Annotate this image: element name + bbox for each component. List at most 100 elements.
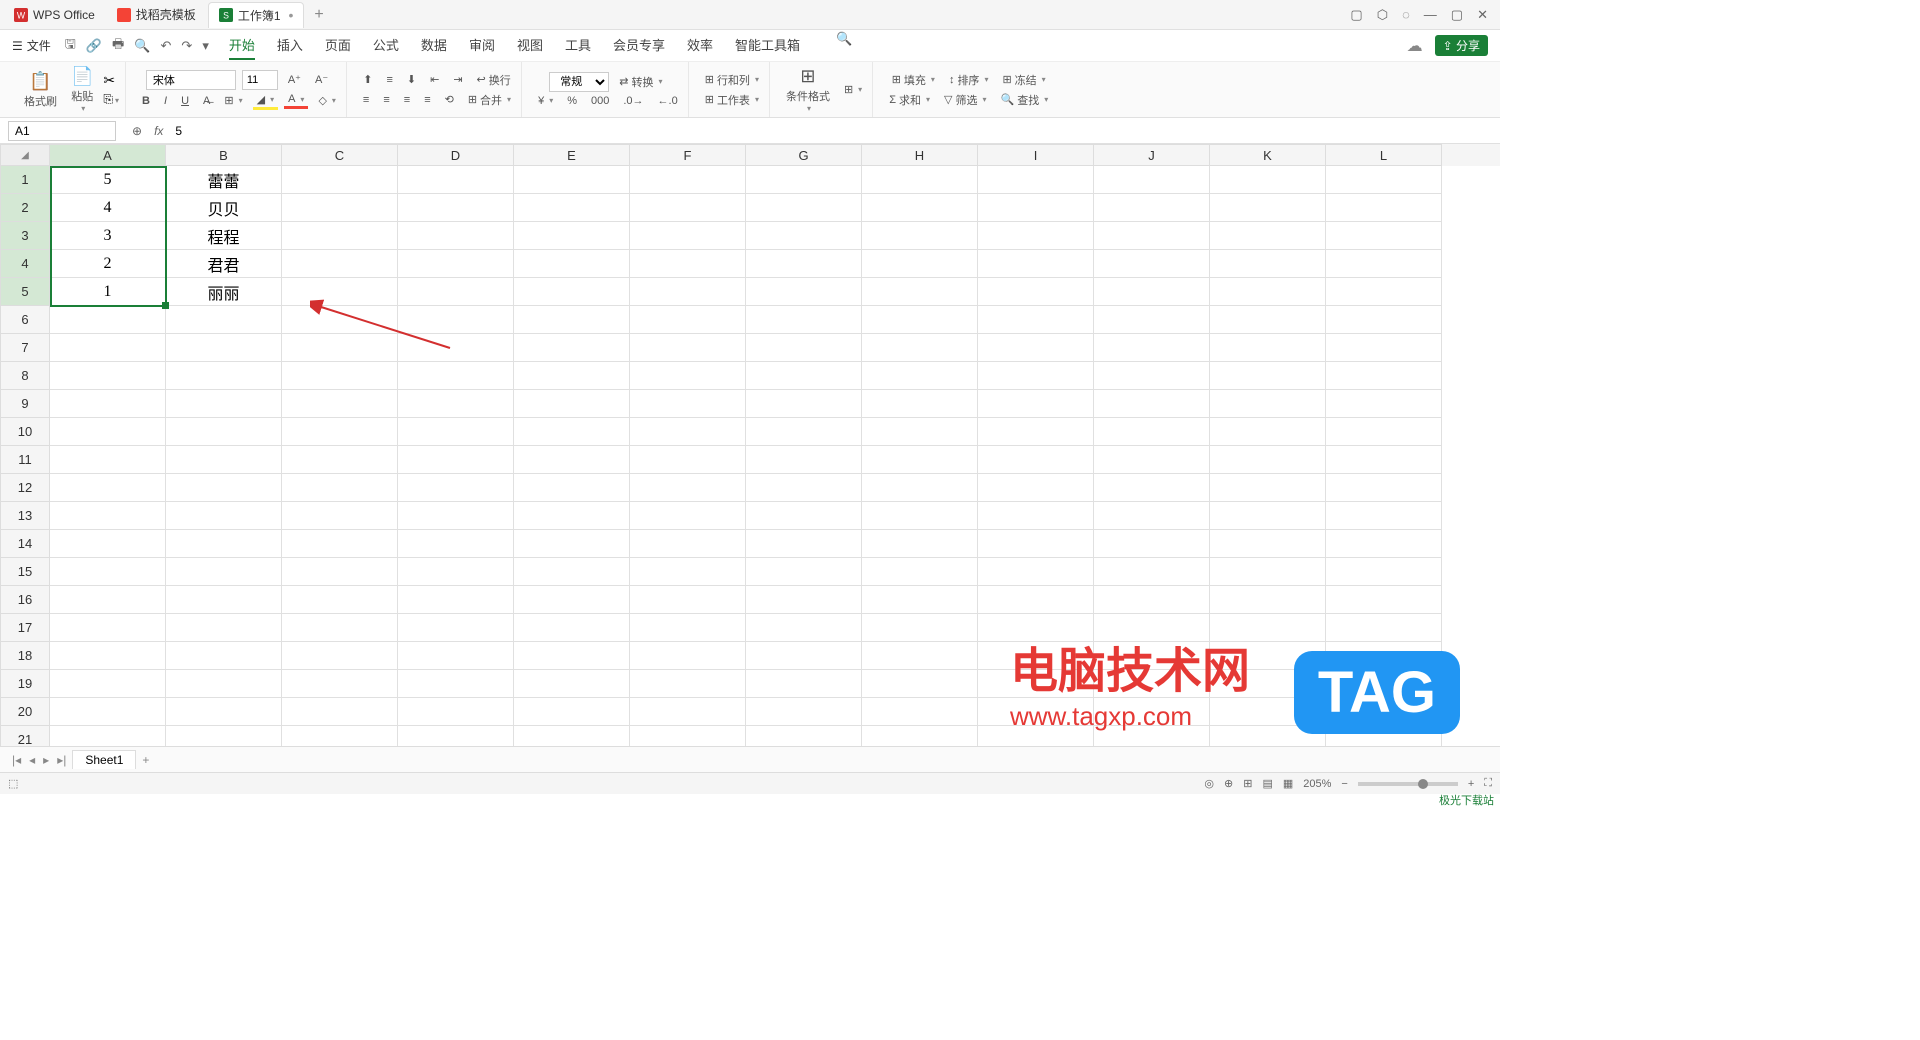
cell[interactable] xyxy=(1326,446,1442,474)
cell[interactable] xyxy=(50,670,166,698)
cell[interactable] xyxy=(1326,166,1442,194)
cell[interactable] xyxy=(1326,642,1442,670)
cell[interactable] xyxy=(862,670,978,698)
cell[interactable] xyxy=(1094,194,1210,222)
cell[interactable] xyxy=(862,222,978,250)
cell[interactable] xyxy=(398,474,514,502)
cell[interactable] xyxy=(514,278,630,306)
cell[interactable] xyxy=(282,250,398,278)
cell[interactable] xyxy=(862,558,978,586)
underline-button[interactable]: U xyxy=(177,94,193,108)
row-header-6[interactable]: 6 xyxy=(0,306,50,334)
zoom-level[interactable]: 205% xyxy=(1303,778,1331,790)
cell[interactable] xyxy=(630,334,746,362)
cell[interactable] xyxy=(978,698,1094,726)
col-header-l[interactable]: L xyxy=(1326,144,1442,166)
cell[interactable] xyxy=(282,390,398,418)
cell[interactable] xyxy=(166,698,282,726)
col-header-j[interactable]: J xyxy=(1094,144,1210,166)
cell[interactable] xyxy=(166,502,282,530)
cell[interactable] xyxy=(1326,418,1442,446)
view-page-icon[interactable]: ▤ xyxy=(1262,777,1272,790)
cell[interactable] xyxy=(398,362,514,390)
cell[interactable] xyxy=(1210,614,1326,642)
cell[interactable] xyxy=(1210,222,1326,250)
cell[interactable] xyxy=(282,474,398,502)
cell[interactable] xyxy=(514,642,630,670)
cell[interactable] xyxy=(630,642,746,670)
col-header-g[interactable]: G xyxy=(746,144,862,166)
row-header-3[interactable]: 3 xyxy=(0,222,50,250)
cell[interactable] xyxy=(630,530,746,558)
row-header-15[interactable]: 15 xyxy=(0,558,50,586)
cell[interactable] xyxy=(630,194,746,222)
cell[interactable]: 程程 xyxy=(166,222,282,250)
cell[interactable] xyxy=(746,530,862,558)
cell[interactable] xyxy=(978,726,1094,746)
cell[interactable] xyxy=(1326,362,1442,390)
cell[interactable] xyxy=(746,278,862,306)
sum-button[interactable]: Σ 求和 xyxy=(885,91,934,109)
row-header-19[interactable]: 19 xyxy=(0,670,50,698)
cell[interactable]: 蕾蕾 xyxy=(166,166,282,194)
row-header-12[interactable]: 12 xyxy=(0,474,50,502)
cell[interactable] xyxy=(1326,726,1442,746)
cell[interactable] xyxy=(1210,418,1326,446)
cell[interactable] xyxy=(862,418,978,446)
indent-dec[interactable]: ⇤ xyxy=(426,72,443,87)
view-break-icon[interactable]: ▦ xyxy=(1283,777,1293,790)
cell[interactable] xyxy=(282,194,398,222)
cell[interactable] xyxy=(1326,530,1442,558)
freeze-button[interactable]: ⊞ 冻结 xyxy=(998,71,1049,89)
paste-button[interactable]: 📄粘贴 xyxy=(67,64,97,115)
cell[interactable] xyxy=(1210,446,1326,474)
align-right[interactable]: ≡ xyxy=(400,93,414,107)
cell[interactable] xyxy=(630,418,746,446)
cell[interactable] xyxy=(282,306,398,334)
cell[interactable] xyxy=(282,362,398,390)
cell[interactable]: 丽丽 xyxy=(166,278,282,306)
cell[interactable] xyxy=(166,474,282,502)
cell[interactable] xyxy=(1210,586,1326,614)
tab-template[interactable]: 找稻壳模板 xyxy=(107,2,206,28)
cell[interactable] xyxy=(1326,670,1442,698)
tab-app[interactable]: WWPS Office xyxy=(4,2,105,28)
cell[interactable] xyxy=(978,446,1094,474)
bold-button[interactable]: B xyxy=(138,94,154,108)
cell[interactable] xyxy=(50,390,166,418)
cell[interactable] xyxy=(514,194,630,222)
col-header-d[interactable]: D xyxy=(398,144,514,166)
search-icon[interactable]: 🔍 xyxy=(836,31,852,60)
row-header-4[interactable]: 4 xyxy=(0,250,50,278)
zoom-slider[interactable] xyxy=(1358,782,1458,786)
cell[interactable] xyxy=(1210,278,1326,306)
cell[interactable] xyxy=(862,698,978,726)
cell[interactable] xyxy=(630,390,746,418)
align-top[interactable]: ⬆ xyxy=(359,72,376,87)
size-select[interactable] xyxy=(242,70,278,90)
cell[interactable] xyxy=(166,530,282,558)
cell[interactable] xyxy=(282,558,398,586)
cell[interactable] xyxy=(862,726,978,746)
cell[interactable] xyxy=(978,502,1094,530)
formula-input[interactable] xyxy=(169,124,1492,138)
cell[interactable] xyxy=(862,614,978,642)
cell[interactable] xyxy=(282,642,398,670)
cell[interactable] xyxy=(166,446,282,474)
menu-view[interactable]: 视图 xyxy=(517,31,543,60)
cell[interactable] xyxy=(282,278,398,306)
sheet-next[interactable]: ▸ xyxy=(39,753,53,767)
align-bot[interactable]: ⬇ xyxy=(403,72,420,87)
cell[interactable] xyxy=(398,614,514,642)
cell[interactable] xyxy=(514,362,630,390)
cell[interactable] xyxy=(746,390,862,418)
border-button[interactable]: ⊞ xyxy=(220,93,246,108)
eraser-button[interactable]: ◇ xyxy=(314,93,339,108)
cell[interactable] xyxy=(1094,418,1210,446)
cell[interactable] xyxy=(978,530,1094,558)
increase-font[interactable]: A⁺ xyxy=(284,72,305,87)
sort-button[interactable]: ↕ 排序 xyxy=(945,71,993,89)
cell[interactable] xyxy=(1210,166,1326,194)
cellstyle-button[interactable]: ⊞ xyxy=(840,82,866,97)
save-icon[interactable]: 🖫 xyxy=(65,35,76,57)
